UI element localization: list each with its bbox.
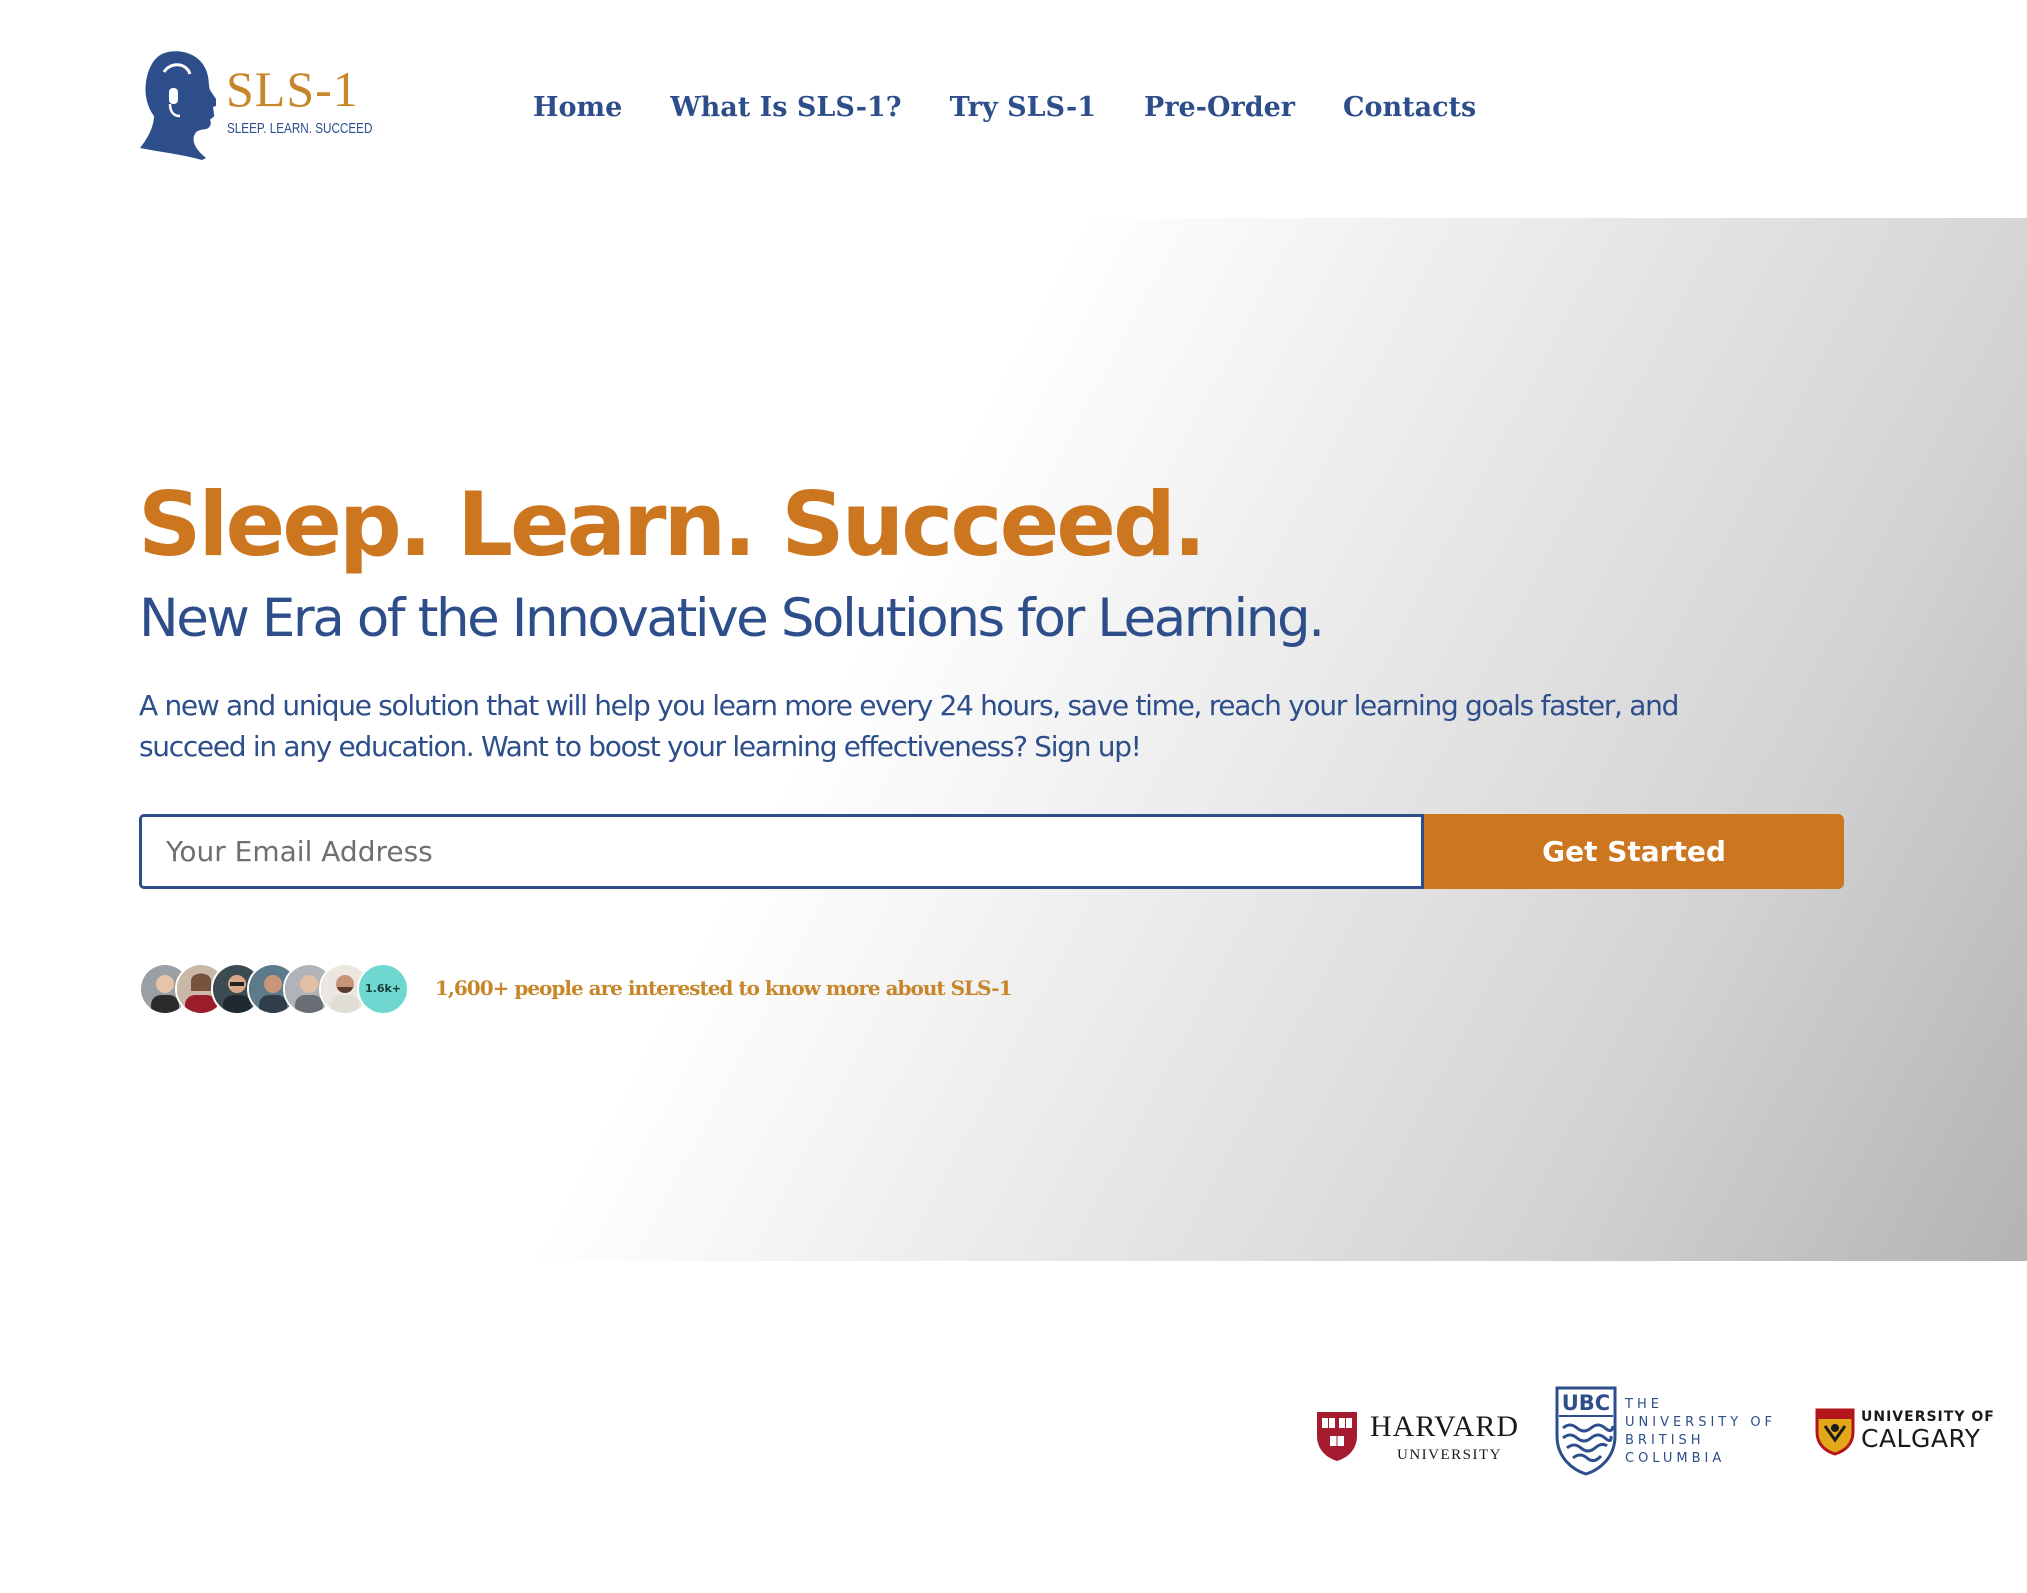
get-started-button[interactable]: Get Started [1424, 814, 1844, 889]
signup-form: Get Started [139, 814, 1844, 889]
harvard-shield-icon [1317, 1412, 1357, 1461]
ubc-logo: UBC THE UNIVERSITY OF BRITISH COLUMBIA [1555, 1386, 1775, 1486]
nav-try-sls1[interactable]: Try SLS-1 [950, 88, 1096, 128]
hero-section: Sleep. Learn. Succeed. New Era of the In… [0, 218, 2027, 1261]
brand-name: SLS-1 [226, 61, 359, 117]
ubc-line: UNIVERSITY OF [1625, 1415, 1777, 1430]
head-silhouette-icon [140, 51, 216, 160]
nav-contacts[interactable]: Contacts [1343, 88, 1476, 128]
nav-home[interactable]: Home [533, 88, 622, 128]
social-proof-text: 1,600+ people are interested to know mor… [435, 976, 1012, 1000]
main-nav: Home What Is SLS-1? Try SLS-1 Pre-Order … [533, 88, 1524, 128]
hero-subtitle: New Era of the Innovative Solutions for … [139, 588, 1325, 649]
hero-description: A new and unique solution that will help… [139, 689, 1679, 763]
interested-count-badge: 1.6k+ [357, 963, 409, 1015]
avatar-stack: 1.6k+ [139, 963, 409, 1015]
site-header: SLS-1 SLEEP. LEARN. SUCCEED Home What Is… [0, 0, 2027, 218]
ubc-line: BRITISH [1625, 1433, 1705, 1448]
nav-what-is-sls1[interactable]: What Is SLS-1? [670, 88, 901, 128]
nav-pre-order[interactable]: Pre-Order [1144, 88, 1295, 128]
ubc-line: THE [1625, 1397, 1663, 1412]
ubc-crest-icon: UBC [1555, 1386, 1617, 1476]
calgary-crest-icon [1815, 1408, 1855, 1456]
calgary-line2: CALGARY [1861, 1424, 1981, 1453]
harvard-logo: HARVARD UNIVERSITY [1315, 1386, 1525, 1486]
calgary-logo: UNIVERSITY OF CALGARY [1815, 1386, 2015, 1486]
svg-text:UBC: UBC [1562, 1391, 1610, 1415]
landing-page: SLS-1 SLEEP. LEARN. SUCCEED Home What Is… [0, 0, 2027, 1593]
brand-logo[interactable]: SLS-1 SLEEP. LEARN. SUCCEED [140, 50, 373, 162]
harvard-sub: UNIVERSITY [1397, 1447, 1502, 1463]
ubc-name: THE UNIVERSITY OF BRITISH COLUMBIA [1625, 1396, 1776, 1468]
ubc-line: COLUMBIA [1625, 1451, 1726, 1466]
harvard-name: HARVARD [1370, 1410, 1520, 1443]
hero-title: Sleep. Learn. Succeed. [138, 473, 1206, 576]
brand-tagline: SLEEP. LEARN. SUCCEED [227, 120, 373, 137]
partner-logos: HARVARD UNIVERSITY UBC THE UNIVERSITY OF… [0, 1261, 2027, 1593]
email-input[interactable] [139, 814, 1424, 889]
